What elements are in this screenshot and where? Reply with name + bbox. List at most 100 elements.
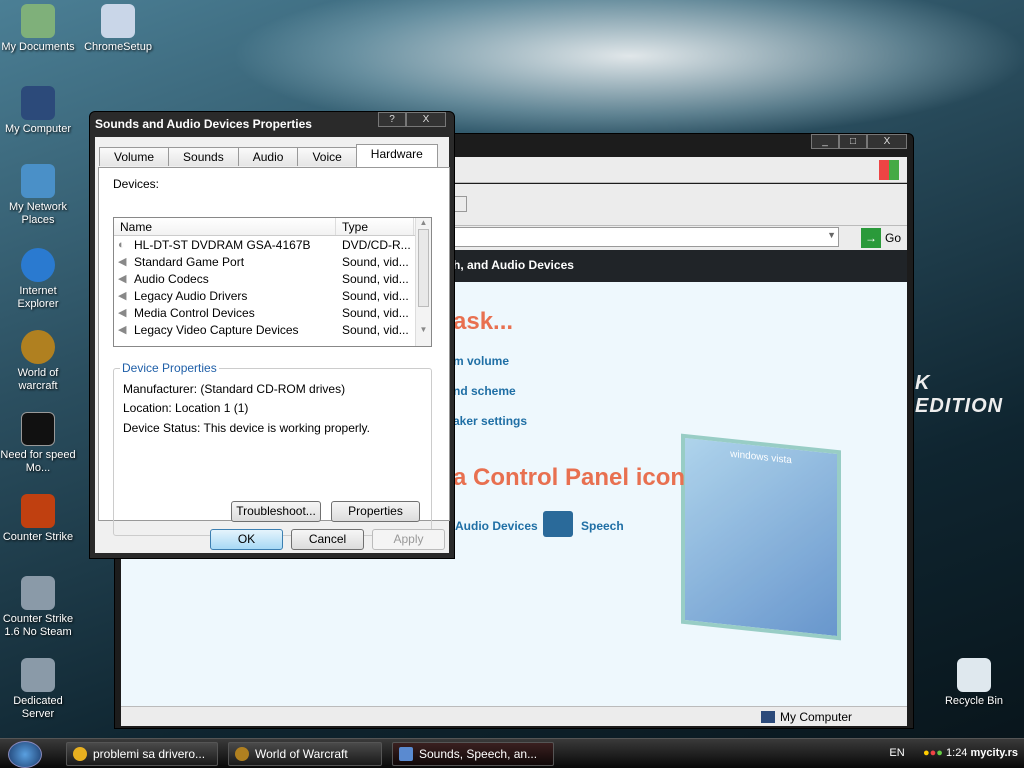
sounds-properties-dialog: Sounds and Audio Devices Properties ? X V… — [89, 111, 455, 559]
desktop-icon-wow[interactable]: World of warcraft — [0, 330, 76, 393]
ok-button[interactable]: OK — [210, 529, 283, 550]
column-name[interactable]: Name — [114, 218, 336, 235]
counter-strike-icon — [21, 658, 55, 692]
properties-button[interactable]: Properties — [331, 501, 420, 522]
taskbar-item-sounds[interactable]: Sounds, Speech, an... — [392, 742, 554, 766]
task-label: Sounds, Speech, an... — [419, 747, 538, 761]
apply-button[interactable]: Apply — [372, 529, 445, 550]
go-label: Go — [884, 231, 901, 245]
manufacturer-text: Manufacturer: (Standard CD-ROM drives) — [123, 382, 346, 396]
device-name: Media Control Devices — [134, 305, 255, 320]
device-row[interactable]: ◀ Legacy Audio Drivers Sound, vid... — [114, 287, 431, 304]
group-label: Device Properties — [120, 361, 219, 375]
tab-strip: Volume Sounds Audio Voice Hardware — [99, 143, 438, 167]
scroll-down-icon[interactable]: ▼ — [416, 325, 431, 334]
warcraft-icon — [235, 747, 249, 761]
computer-icon — [21, 86, 55, 120]
device-type: Sound, vid... — [342, 254, 409, 269]
scroll-up-icon[interactable]: ▲ — [416, 218, 431, 227]
tab-hardware[interactable]: Hardware — [355, 144, 438, 167]
views-icon[interactable] — [453, 196, 467, 212]
icon-label: My Network Places — [8, 201, 68, 226]
desktop-icon-chromesetup[interactable]: ChromeSetup — [80, 4, 156, 54]
control-panel-icon — [399, 747, 413, 761]
vista-illustration: windows vista — [681, 433, 841, 641]
nfs-icon — [21, 412, 55, 446]
close-button[interactable]: X — [406, 112, 446, 127]
device-row[interactable]: ◀ Audio Codecs Sound, vid... — [114, 270, 431, 287]
task-link[interactable]: m volume — [453, 354, 509, 368]
tab-voice[interactable]: Voice — [297, 147, 357, 166]
status-bar: My Computer — [121, 706, 907, 726]
desktop-icon-dedicated[interactable]: Dedicated Server — [0, 658, 76, 721]
device-name: Legacy Video Capture Devices — [134, 322, 299, 337]
icon-label: Dedicated Server — [13, 695, 63, 720]
taskbar-item-chrome[interactable]: problemi sa drivero... — [66, 742, 218, 766]
system-tray: EN ●●● 1:24 mycity.rs — [889, 747, 1018, 759]
volume-icon[interactable]: ● — [936, 747, 943, 759]
device-row[interactable]: ◐ HL-DT-ST DVDRAM GSA-4167B DVD/CD-R... — [114, 236, 431, 253]
cancel-button[interactable]: Cancel — [291, 529, 364, 550]
device-status-text: Device Status: This device is working pr… — [123, 421, 370, 435]
desktop-icon-network[interactable]: My Network Places — [0, 164, 76, 227]
speaker-icon: ◀ — [118, 306, 127, 319]
device-type: Sound, vid... — [342, 288, 409, 303]
minimize-button[interactable]: _ — [811, 134, 839, 149]
go-button[interactable]: → Go — [860, 228, 901, 248]
scrollbar[interactable]: ▲ ▼ — [415, 218, 431, 346]
scroll-thumb[interactable] — [418, 229, 429, 307]
installer-icon — [101, 4, 135, 38]
vista-label: windows vista — [730, 448, 792, 467]
pick-icon-heading: a Control Panel icon — [453, 464, 686, 491]
warcraft-icon — [21, 330, 55, 364]
desktop-icon-cs16[interactable]: Counter Strike 1.6 No Steam — [0, 576, 76, 639]
desktop-icon-my-computer[interactable]: My Computer — [0, 86, 76, 136]
icon-label: Need for speed Mo... — [0, 449, 76, 474]
speech-link[interactable]: Speech — [581, 519, 624, 533]
task-link[interactable]: aker settings — [453, 414, 527, 428]
device-row[interactable]: ◀ Media Control Devices Sound, vid... — [114, 304, 431, 321]
chevron-down-icon[interactable]: ▼ — [827, 230, 836, 240]
device-properties-group: Device Properties Manufacturer: (Standar… — [113, 361, 432, 536]
language-indicator[interactable]: EN — [889, 747, 904, 759]
icon-label: Counter Strike 1.6 No Steam — [2, 613, 74, 638]
chrome-icon — [73, 747, 87, 761]
speaker-icon: ◀ — [118, 255, 127, 268]
tab-audio[interactable]: Audio — [237, 147, 299, 166]
desktop-icon-my-documents[interactable]: My Documents — [0, 4, 76, 54]
devices-label: Devices: — [113, 177, 160, 191]
location-text: Location: Location 1 (1) — [123, 401, 249, 415]
tab-volume[interactable]: Volume — [99, 147, 170, 166]
column-type[interactable]: Type — [336, 218, 414, 235]
device-row[interactable]: ◀ Standard Game Port Sound, vid... — [114, 253, 431, 270]
status-text: My Computer — [780, 710, 853, 724]
recycle-bin-icon — [957, 658, 991, 692]
audio-devices-link[interactable]: Audio Devices — [455, 519, 538, 533]
wallpaper-text: K EDITION — [915, 372, 1004, 417]
task-link[interactable]: nd scheme — [453, 384, 516, 398]
shield-icon[interactable]: ● — [923, 747, 930, 759]
icon-label: My Documents — [1, 41, 75, 53]
icon-label: ChromeSetup — [84, 41, 152, 53]
desktop-icon-cs[interactable]: Counter Strike — [0, 494, 76, 544]
start-button[interactable] — [8, 741, 42, 768]
device-type: DVD/CD-R... — [342, 237, 411, 252]
maximize-button[interactable]: □ — [839, 134, 867, 149]
desktop-icon-ie[interactable]: Internet Explorer — [0, 248, 76, 311]
taskbar-item-wow[interactable]: World of Warcraft — [228, 742, 382, 766]
tab-sounds[interactable]: Sounds — [168, 147, 239, 166]
help-button[interactable]: ? — [378, 112, 406, 127]
close-button[interactable]: X — [867, 134, 907, 149]
device-row[interactable]: ◀ Legacy Video Capture Devices Sound, vid.… — [114, 321, 431, 338]
desktop-icon-nfs[interactable]: Need for speed Mo... — [0, 412, 76, 475]
device-type: Sound, vid... — [342, 305, 409, 320]
desktop-icon-recycle-bin[interactable]: Recycle Bin — [936, 658, 1012, 708]
half-life-icon — [21, 494, 55, 528]
speech-icon[interactable] — [543, 511, 573, 537]
dvd-drive-icon: ◐ — [118, 238, 125, 251]
device-name: Legacy Audio Drivers — [134, 288, 248, 303]
device-type: Sound, vid... — [342, 271, 409, 286]
clock[interactable]: 1:24 — [946, 747, 967, 759]
devices-list[interactable]: Name Type ◐ HL-DT-ST DVDRAM GSA-4167B DVD/C… — [113, 217, 432, 347]
troubleshoot-button[interactable]: Troubleshoot... — [231, 501, 321, 522]
